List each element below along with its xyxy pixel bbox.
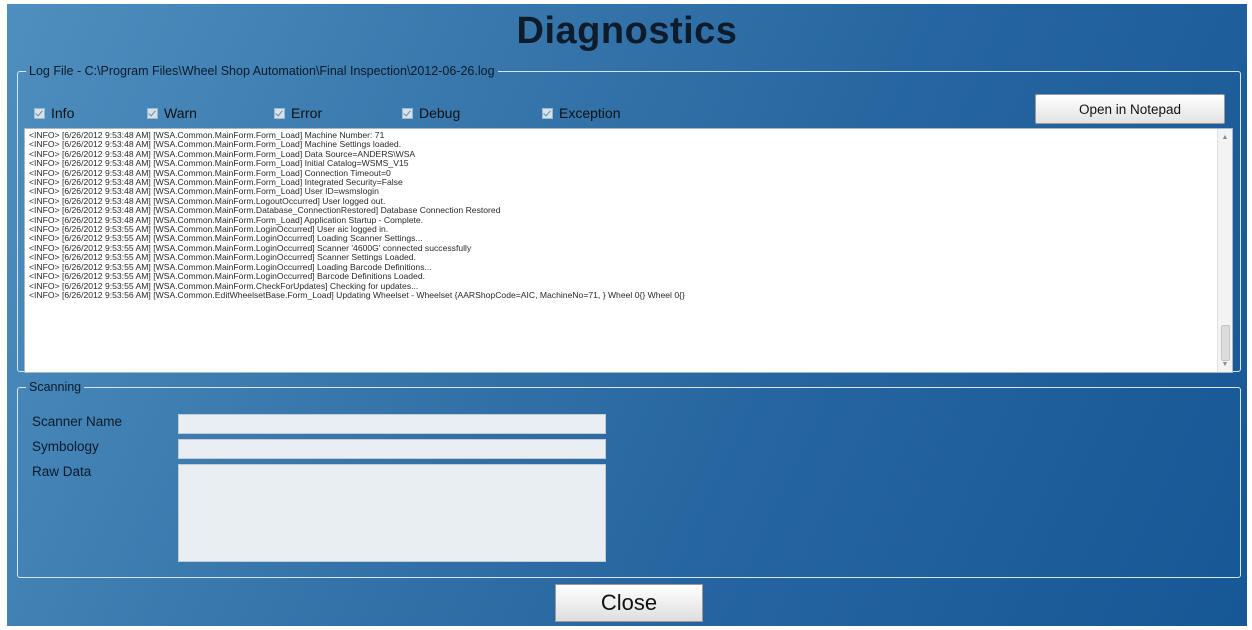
- filter-error-checkbox[interactable]: Error: [274, 105, 322, 121]
- log-file-legend: Log File - C:\Program Files\Wheel Shop A…: [29, 64, 495, 78]
- open-in-notepad-button[interactable]: Open in Notepad: [1035, 94, 1225, 124]
- filter-debug-label: Debug: [419, 105, 461, 121]
- checkbox-checked-icon: [34, 107, 45, 119]
- scanner-name-label: Scanner Name: [32, 414, 123, 429]
- filter-info-checkbox[interactable]: Info: [34, 105, 74, 121]
- log-scrollbar[interactable]: ▲ ▼: [1217, 129, 1232, 372]
- log-file-group: Log File - C:\Program Files\Wheel Shop A…: [17, 64, 1241, 373]
- scanning-legend: Scanning: [29, 380, 82, 394]
- close-button[interactable]: Close: [555, 584, 703, 622]
- filter-warn-label: Warn: [164, 105, 197, 121]
- symbology-field[interactable]: [178, 439, 606, 459]
- log-text-area[interactable]: <INFO> [6/26/2012 9:53:48 AM] [WSA.Commo…: [24, 128, 1233, 373]
- log-line: <INFO> [6/26/2012 9:53:56 AM] [WSA.Commo…: [29, 289, 685, 300]
- filter-exception-label: Exception: [559, 105, 621, 121]
- checkbox-checked-icon: [147, 107, 158, 119]
- raw-data-label: Raw Data: [32, 464, 92, 479]
- scanner-name-field[interactable]: [178, 414, 606, 434]
- checkbox-checked-icon: [542, 107, 553, 119]
- scroll-down-icon[interactable]: ▼: [1218, 358, 1232, 370]
- checkbox-checked-icon: [402, 107, 413, 119]
- filter-info-label: Info: [51, 105, 75, 121]
- scroll-thumb[interactable]: [1221, 325, 1230, 361]
- symbology-label: Symbology: [32, 439, 99, 454]
- raw-data-field[interactable]: [178, 464, 606, 562]
- log-lines: <INFO> [6/26/2012 9:53:48 AM] [WSA.Commo…: [29, 130, 1214, 300]
- filter-error-label: Error: [291, 105, 323, 121]
- filter-exception-checkbox[interactable]: Exception: [542, 105, 620, 121]
- window-title: Diagnostics: [516, 10, 738, 52]
- filter-warn-checkbox[interactable]: Warn: [147, 105, 197, 121]
- scroll-up-icon[interactable]: ▲: [1218, 131, 1232, 143]
- diagnostics-window: Diagnostics Log File - C:\Program Files\…: [7, 4, 1247, 626]
- filter-debug-checkbox[interactable]: Debug: [402, 105, 460, 121]
- scanning-group: Scanning Scanner Name Symbology Raw Data: [17, 380, 1241, 578]
- checkbox-checked-icon: [274, 107, 285, 119]
